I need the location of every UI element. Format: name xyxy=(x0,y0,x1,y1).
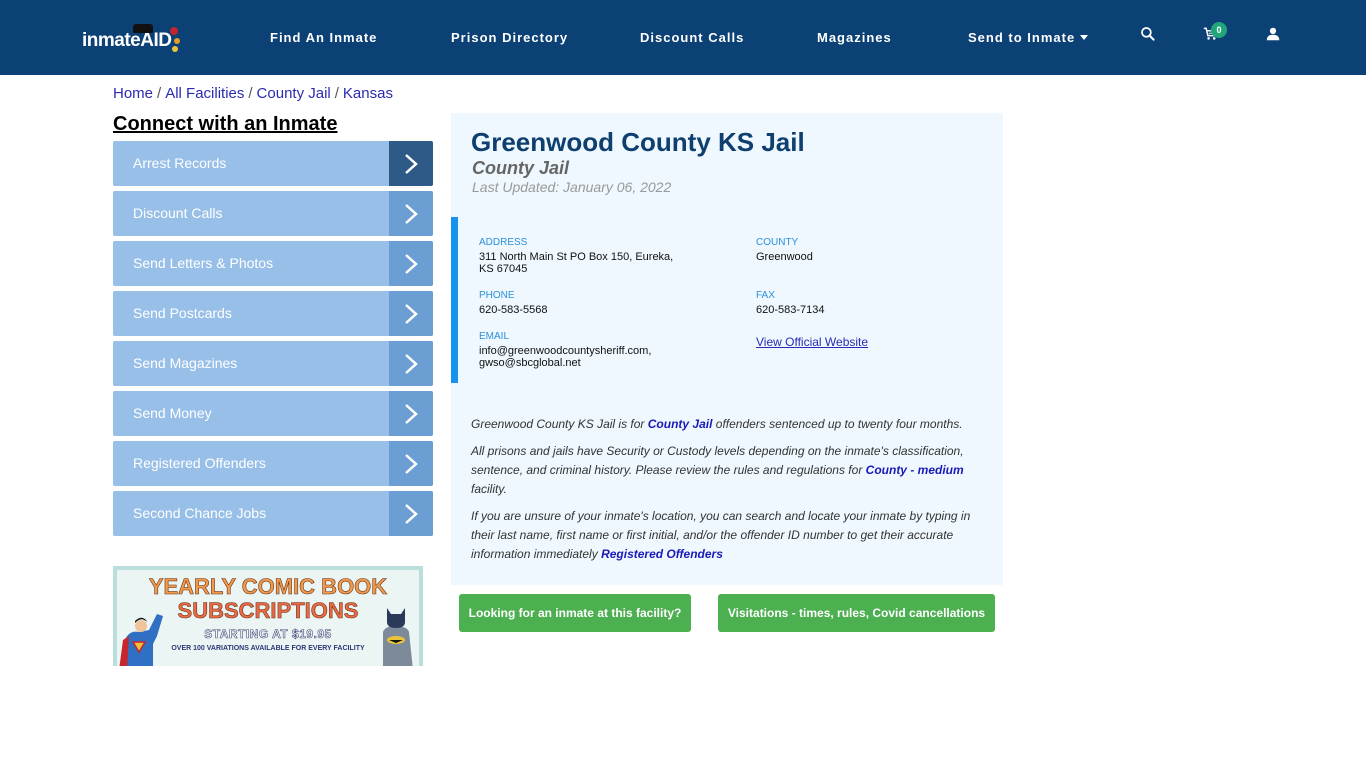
pilgrim-hat-icon xyxy=(133,24,153,33)
breadcrumb-separator: / xyxy=(334,85,339,102)
logo-text-inmate: inmate xyxy=(82,30,141,51)
logo-text-aid: AID xyxy=(140,30,172,51)
top-navbar: inmate AID Find An Inmate Prison Directo… xyxy=(0,0,1366,75)
breadcrumb-separator: / xyxy=(157,85,162,102)
sidebar-item-send-magazines[interactable]: Send Magazines xyxy=(113,341,433,386)
fax-field: FAX 620-583-7134 xyxy=(756,290,825,316)
sidebar-item-send-postcards[interactable]: Send Postcards xyxy=(113,291,433,336)
sidebar-item-label: Registered Offenders xyxy=(133,455,266,471)
sidebar-item-discount-calls[interactable]: Discount Calls xyxy=(113,191,433,236)
ad-headline-2: SUBSCRIPTIONS xyxy=(177,598,359,624)
description-text: Greenwood County KS Jail is for xyxy=(471,417,648,431)
leaf-icon xyxy=(170,27,178,35)
chevron-right-icon xyxy=(389,241,433,286)
description-paragraph: All prisons and jails have Security or C… xyxy=(471,442,981,499)
email-line-2: gwso@sbcglobal.net xyxy=(479,357,581,369)
ad-tagline: OVER 100 VARIATIONS AVAILABLE FOR EVERY … xyxy=(171,645,365,652)
phone-value: 620-583-5568 xyxy=(479,304,548,316)
sidebar-title: Connect with an Inmate xyxy=(113,113,338,135)
sidebar-menu: Arrest Records Discount Calls Send Lette… xyxy=(113,141,433,541)
facility-contact-info: ADDRESS 311 North Main St PO Box 150, Eu… xyxy=(451,217,1003,383)
user-icon[interactable] xyxy=(1266,26,1286,46)
sidebar-item-registered-offenders[interactable]: Registered Offenders xyxy=(113,441,433,486)
leaf-icon xyxy=(174,38,180,44)
nav-send-to-inmate-label: Send to Inmate xyxy=(968,30,1076,45)
phone-field: PHONE 620-583-5568 xyxy=(479,290,548,316)
breadcrumb-kansas[interactable]: Kansas xyxy=(343,85,393,102)
nav-magazines[interactable]: Magazines xyxy=(817,30,892,45)
description-paragraph: If you are unsure of your inmate's locat… xyxy=(471,507,981,564)
visitations-button[interactable]: Visitations - times, rules, Covid cancel… xyxy=(718,594,995,632)
email-field: EMAIL info@greenwoodcountysheriff.com, g… xyxy=(479,331,651,369)
address-field: ADDRESS 311 North Main St PO Box 150, Eu… xyxy=(479,237,673,275)
sidebar-item-label: Arrest Records xyxy=(133,155,227,171)
breadcrumb-home[interactable]: Home xyxy=(113,85,153,102)
sidebar-item-label: Send Postcards xyxy=(133,305,232,321)
ad-headline-1: YEARLY COMIC BOOK xyxy=(148,574,388,600)
sidebar-item-label: Send Magazines xyxy=(133,355,238,371)
facility-title: Greenwood County KS Jail xyxy=(471,127,805,157)
official-website-link[interactable]: View Official Website xyxy=(756,335,868,349)
caret-down-icon xyxy=(1080,35,1089,40)
ad-price: STARTING AT $19.95 xyxy=(204,627,332,642)
search-icon[interactable] xyxy=(1140,26,1160,46)
find-inmate-at-facility-button[interactable]: Looking for an inmate at this facility? xyxy=(459,594,691,632)
nav-discount-calls[interactable]: Discount Calls xyxy=(640,30,744,45)
fax-value: 620-583-7134 xyxy=(756,304,825,316)
chevron-right-icon xyxy=(389,391,433,436)
breadcrumb-county-jail[interactable]: County Jail xyxy=(257,85,331,102)
registered-offenders-link[interactable]: Registered Offenders xyxy=(601,547,723,561)
breadcrumb: Home / All Facilities / County Jail / Kansas xyxy=(113,85,393,102)
nav-send-to-inmate[interactable]: Send to Inmate xyxy=(968,30,1089,45)
cart-count-badge: 0 xyxy=(1211,22,1227,38)
phone-label: PHONE xyxy=(479,290,515,301)
site-logo[interactable]: inmate AID xyxy=(82,22,180,52)
sidebar-item-send-letters-photos[interactable]: Send Letters & Photos xyxy=(113,241,433,286)
chevron-right-icon xyxy=(389,191,433,236)
address-line-2: KS 67045 xyxy=(479,263,528,275)
last-updated: Last Updated: January 06, 2022 xyxy=(472,179,672,195)
comic-subscription-ad-banner[interactable]: YEARLY COMIC BOOK SUBSCRIPTIONS STARTING… xyxy=(113,566,423,666)
sidebar-item-label: Send Money xyxy=(133,405,212,421)
county-value: Greenwood xyxy=(756,251,813,263)
address-label: ADDRESS xyxy=(479,237,528,248)
sidebar-item-label: Discount Calls xyxy=(133,205,223,221)
sidebar-item-send-money[interactable]: Send Money xyxy=(113,391,433,436)
facility-type: County Jail xyxy=(472,158,570,178)
facility-description: Greenwood County KS Jail is for County J… xyxy=(471,415,981,572)
facility-panel: Greenwood County KS Jail County Jail Las… xyxy=(451,113,1003,585)
sidebar-item-arrest-records[interactable]: Arrest Records xyxy=(113,141,433,186)
email-line-1: info@greenwoodcountysheriff.com, xyxy=(479,345,652,357)
address-line-1: 311 North Main St PO Box 150, Eureka, xyxy=(479,251,674,263)
chevron-right-icon xyxy=(389,141,433,186)
nav-find-an-inmate[interactable]: Find An Inmate xyxy=(270,30,377,45)
description-text: offenders sentenced up to twenty four mo… xyxy=(712,417,963,431)
chevron-right-icon xyxy=(389,291,433,336)
sidebar-item-label: Second Chance Jobs xyxy=(133,505,267,521)
county-medium-link[interactable]: County - medium xyxy=(866,463,964,477)
nav-prison-directory[interactable]: Prison Directory xyxy=(451,30,568,45)
breadcrumb-all-facilities[interactable]: All Facilities xyxy=(165,85,244,102)
sidebar-item-second-chance-jobs[interactable]: Second Chance Jobs xyxy=(113,491,433,536)
chevron-right-icon xyxy=(389,491,433,536)
description-text: facility. xyxy=(471,482,507,496)
chevron-right-icon xyxy=(389,341,433,386)
chevron-right-icon xyxy=(389,441,433,486)
website-field: View Official Website xyxy=(756,333,868,351)
sidebar-item-label: Send Letters & Photos xyxy=(133,255,274,271)
county-label: COUNTY xyxy=(756,237,799,248)
email-label: EMAIL xyxy=(479,331,510,342)
fax-label: FAX xyxy=(756,290,775,301)
breadcrumb-separator: / xyxy=(248,85,253,102)
leaf-icon xyxy=(172,46,178,52)
description-paragraph: Greenwood County KS Jail is for County J… xyxy=(471,415,981,434)
county-jail-link[interactable]: County Jail xyxy=(648,417,713,431)
county-field: COUNTY Greenwood xyxy=(756,237,813,263)
